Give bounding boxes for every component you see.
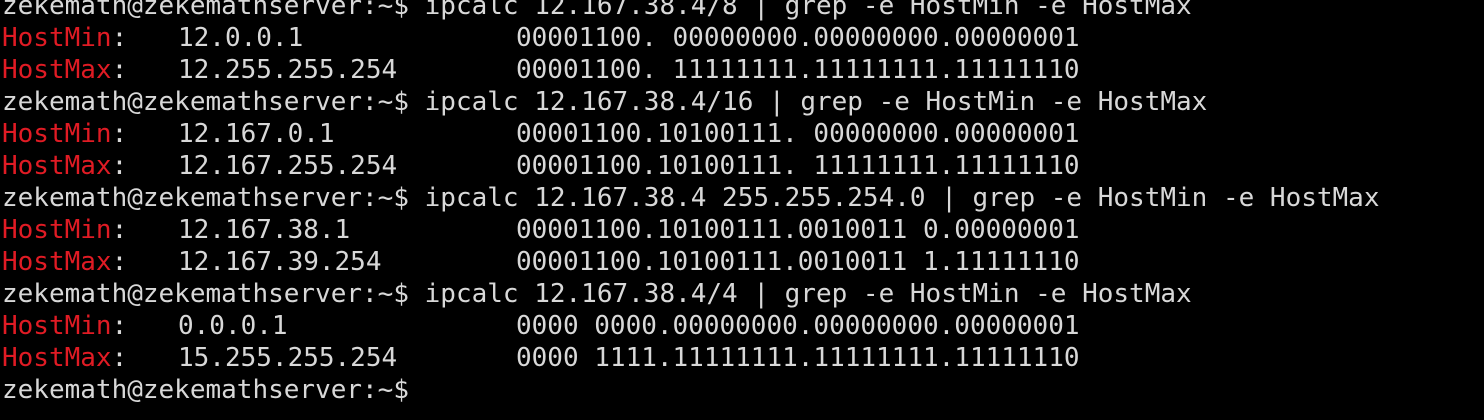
hostmax-key: HostMax — [2, 247, 112, 277]
command-text: zekemath@zekemathserver:~$ ipcalc 12.167… — [2, 87, 1208, 117]
output-line-hostmin-3: HostMin: 12.167.38.1 00001100.10100111.001… — [2, 214, 1080, 246]
hostmax-ip: 12.255.255.254 — [178, 55, 398, 85]
key-separator: : — [111, 247, 128, 277]
key-separator: : — [111, 151, 128, 181]
output-line-hostmax-1: HostMax: 12.255.255.254 00001100. 11111111… — [2, 54, 1080, 86]
command-text: zekemath@zekemathserver:~$ ipcalc 12.167… — [2, 0, 1192, 21]
command-line-3: zekemath@zekemathserver:~$ ipcalc 12.167… — [2, 182, 1380, 214]
terminal-window[interactable]: zekemath@zekemathserver:~$ ipcalc 12.167… — [0, 0, 1484, 420]
key-separator: : — [111, 23, 128, 53]
output-line-hostmin-1: HostMin: 12.0.0.1 00001100. 00000000.00000… — [2, 22, 1080, 54]
hostmin-key: HostMin — [2, 23, 112, 53]
hostmin-key: HostMin — [2, 215, 112, 245]
key-separator: : — [111, 343, 128, 373]
shell-prompt: zekemath@zekemathserver:~$ — [2, 375, 409, 405]
hostmin-ip: 12.167.38.1 — [178, 215, 351, 245]
output-line-hostmin-2: HostMin: 12.167.0.1 00001100.10100111. 000… — [2, 118, 1080, 150]
hostmax-binary: 00001100.10100111. 11111111.11111110 — [516, 151, 1080, 181]
hostmax-binary: 00001100.10100111.0010011 1.11111110 — [516, 247, 1080, 277]
key-separator: : — [111, 55, 128, 85]
shell-prompt-line[interactable]: zekemath@zekemathserver:~$ — [2, 374, 409, 406]
output-line-hostmax-4: HostMax: 15.255.255.254 0000 1111.11111111… — [2, 342, 1080, 374]
hostmin-ip: 0.0.0.1 — [178, 311, 288, 341]
command-text: zekemath@zekemathserver:~$ ipcalc 12.167… — [2, 183, 1380, 213]
command-line-1: zekemath@zekemathserver:~$ ipcalc 12.167… — [2, 0, 1192, 22]
key-separator: : — [111, 215, 128, 245]
output-line-hostmax-2: HostMax: 12.167.255.254 00001100.10100111.… — [2, 150, 1080, 182]
hostmin-ip: 12.167.0.1 — [178, 119, 335, 149]
hostmax-key: HostMax — [2, 343, 112, 373]
command-line-4: zekemath@zekemathserver:~$ ipcalc 12.167… — [2, 278, 1192, 310]
hostmax-key: HostMax — [2, 151, 112, 181]
hostmax-binary: 00001100. 11111111.11111111.11111110 — [516, 55, 1080, 85]
key-separator: : — [111, 311, 128, 341]
hostmax-key: HostMax — [2, 55, 112, 85]
hostmin-binary: 00001100.10100111.0010011 0.00000001 — [516, 215, 1080, 245]
hostmax-ip: 12.167.39.254 — [178, 247, 382, 277]
key-separator: : — [111, 119, 128, 149]
hostmin-ip: 12.0.0.1 — [178, 23, 304, 53]
hostmin-binary: 0000 0000.00000000.00000000.00000001 — [516, 311, 1080, 341]
command-line-2: zekemath@zekemathserver:~$ ipcalc 12.167… — [2, 86, 1207, 118]
hostmin-binary: 00001100.10100111. 00000000.00000001 — [516, 119, 1080, 149]
command-text: zekemath@zekemathserver:~$ ipcalc 12.167… — [2, 279, 1192, 309]
hostmin-key: HostMin — [2, 119, 112, 149]
output-line-hostmin-4: HostMin: 0.0.0.1 0000 0000.00000000.000000… — [2, 310, 1080, 342]
hostmax-ip: 12.167.255.254 — [178, 151, 398, 181]
hostmin-key: HostMin — [2, 311, 112, 341]
hostmax-ip: 15.255.255.254 — [178, 343, 398, 373]
hostmax-binary: 0000 1111.11111111.11111111.11111110 — [516, 343, 1080, 373]
hostmin-binary: 00001100. 00000000.00000000.00000001 — [516, 23, 1080, 53]
output-line-hostmax-3: HostMax: 12.167.39.254 00001100.10100111.0… — [2, 246, 1080, 278]
